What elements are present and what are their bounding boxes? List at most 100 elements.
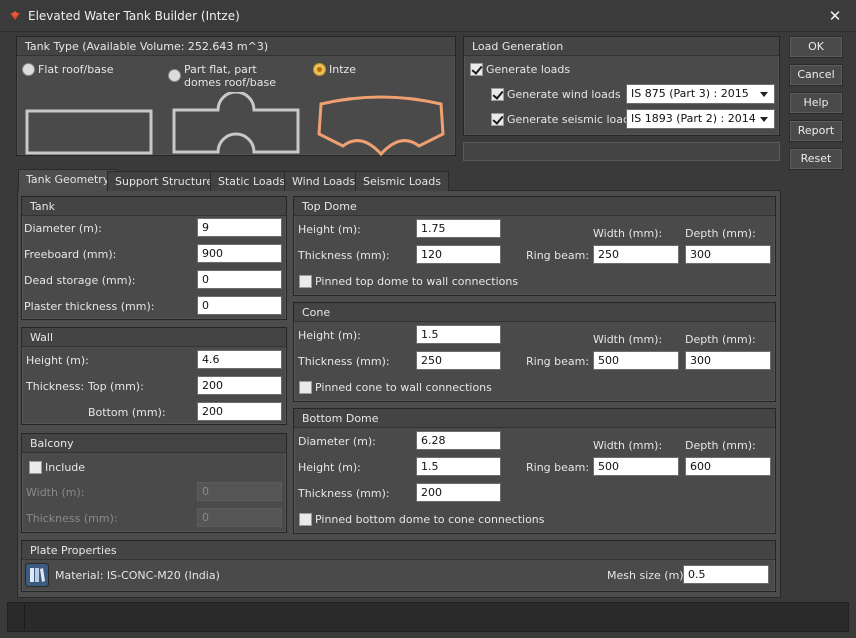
cone-ring-beam-label: Ring beam: <box>526 355 590 368</box>
bottom-dome-diameter-input[interactable]: 6.28 <box>416 431 501 450</box>
cone-thickness-label: Thickness (mm): <box>298 355 390 368</box>
generate-loads-label: Generate loads <box>486 63 571 76</box>
wind-code-value: IS 875 (Part 3) : 2015 <box>631 87 749 100</box>
cone-width-input[interactable]: 500 <box>593 351 679 370</box>
bottom-dome-width-input[interactable]: 500 <box>593 457 679 476</box>
wind-loads-label: Generate wind loads <box>507 88 621 101</box>
wind-code-select[interactable]: IS 875 (Part 3) : 2015 <box>626 84 775 104</box>
wall-top-label: Top (mm): <box>88 380 144 393</box>
bottom-dome-width-label: Width (mm): <box>593 439 663 452</box>
wall-height-input[interactable]: 4.6 <box>197 350 282 369</box>
tab-seismic-loads[interactable]: Seismic Loads <box>355 171 449 191</box>
app-logo-icon <box>10 11 20 20</box>
load-status-box <box>463 142 780 161</box>
top-dome-header: Top Dome <box>294 197 775 216</box>
part-flat-shape-icon[interactable] <box>170 92 302 156</box>
bottom-dome-depth-input[interactable]: 600 <box>685 457 771 476</box>
tab-static-loads[interactable]: Static Loads <box>210 171 294 191</box>
plaster-thickness-label: Plaster thickness (mm): <box>24 300 155 313</box>
load-generation-header: Load Generation <box>464 37 779 56</box>
freeboard-label: Freeboard (mm): <box>24 248 117 261</box>
balcony-thickness-label: Thickness (mm): <box>26 512 118 525</box>
dead-storage-input[interactable]: 0 <box>197 270 282 289</box>
seismic-code-value: IS 1893 (Part 2) : 2014 <box>631 112 756 125</box>
mesh-size-input[interactable]: 0.5 <box>683 565 769 584</box>
top-dome-thickness-label: Thickness (mm): <box>298 249 390 262</box>
tab-support-structure[interactable]: Support Structure <box>107 171 222 191</box>
bottom-dome-height-input[interactable]: 1.5 <box>416 457 501 476</box>
plaster-thickness-input[interactable]: 0 <box>197 296 282 315</box>
top-dome-width-input[interactable]: 250 <box>593 245 679 264</box>
freeboard-input[interactable]: 900 <box>197 244 282 263</box>
radio-flat-roof[interactable] <box>22 63 35 76</box>
top-dome-width-label: Width (mm): <box>593 227 663 240</box>
balcony-include-checkbox[interactable] <box>29 461 42 474</box>
wind-loads-checkbox[interactable] <box>491 88 504 101</box>
bottom-dome-diameter-label: Diameter (m): <box>298 435 376 448</box>
top-dome-depth-label: Depth (mm): <box>685 227 756 240</box>
cone-width-label: Width (mm): <box>593 333 663 346</box>
seismic-loads-label: Generate seismic loads <box>507 113 636 126</box>
generate-loads-checkbox[interactable] <box>470 63 483 76</box>
chevron-down-icon <box>760 92 768 97</box>
bottom-dome-thickness-input[interactable]: 200 <box>416 483 501 502</box>
bottom-dome-depth-label: Depth (mm): <box>685 439 756 452</box>
balcony-width-label: Width (m): <box>26 486 85 499</box>
wall-bottom-label: Bottom (mm): <box>88 406 166 419</box>
balcony-include-label: Include <box>45 461 86 474</box>
tab-wind-loads[interactable]: Wind Loads <box>284 171 364 191</box>
cone-pinned-checkbox[interactable] <box>299 381 312 394</box>
material-library-icon[interactable] <box>25 563 49 587</box>
tank-header: Tank <box>22 197 286 216</box>
status-bar <box>7 602 849 632</box>
part-flat-label-1: Part flat, part <box>184 63 257 76</box>
report-button[interactable]: Report <box>789 120 843 142</box>
bottom-dome-header: Bottom Dome <box>294 409 775 428</box>
cone-height-input[interactable]: 1.5 <box>416 325 501 344</box>
status-divider <box>24 604 25 630</box>
balcony-thickness-input[interactable]: 0 <box>197 508 282 527</box>
top-dome-pinned-checkbox[interactable] <box>299 275 312 288</box>
tab-tank-geometry[interactable]: Tank Geometry <box>18 169 118 191</box>
top-dome-height-input[interactable]: 1.75 <box>416 219 501 238</box>
top-dome-depth-input[interactable]: 300 <box>685 245 771 264</box>
radio-intze[interactable] <box>313 63 326 76</box>
bottom-dome-thickness-label: Thickness (mm): <box>298 487 390 500</box>
diameter-input[interactable]: 9 <box>197 218 282 237</box>
wall-top-input[interactable]: 200 <box>197 376 282 395</box>
top-dome-height-label: Height (m): <box>298 223 361 236</box>
plate-properties-panel: Plate Properties <box>21 540 776 592</box>
close-icon[interactable]: ✕ <box>826 7 844 25</box>
seismic-code-select[interactable]: IS 1893 (Part 2) : 2014 <box>626 109 775 129</box>
balcony-header: Balcony <box>22 434 286 453</box>
flat-roof-shape-icon[interactable] <box>24 108 154 156</box>
cancel-button[interactable]: Cancel <box>789 64 843 86</box>
balcony-width-input[interactable]: 0 <box>197 482 282 501</box>
intze-label: Intze <box>329 63 357 76</box>
window-title: Elevated Water Tank Builder (Intze) <box>28 9 240 23</box>
help-button[interactable]: Help <box>789 92 843 114</box>
cone-pinned-label: Pinned cone to wall connections <box>315 381 492 394</box>
wall-bottom-input[interactable]: 200 <box>197 402 282 421</box>
cone-depth-input[interactable]: 300 <box>685 351 771 370</box>
mesh-size-label: Mesh size (m): <box>607 569 688 582</box>
dead-storage-label: Dead storage (mm): <box>24 274 136 287</box>
chevron-down-icon <box>760 117 768 122</box>
plate-properties-header: Plate Properties <box>22 541 775 560</box>
cone-height-label: Height (m): <box>298 329 361 342</box>
wall-thickness-label: Thickness: <box>26 380 85 393</box>
diameter-label: Diameter (m): <box>24 222 102 235</box>
ok-button[interactable]: OK <box>789 36 843 58</box>
radio-part-flat[interactable] <box>168 69 181 82</box>
intze-shape-icon[interactable] <box>315 92 447 158</box>
seismic-loads-checkbox[interactable] <box>491 113 504 126</box>
material-label: Material: IS-CONC-M20 (India) <box>55 569 220 582</box>
cone-thickness-input[interactable]: 250 <box>416 351 501 370</box>
top-dome-ring-beam-label: Ring beam: <box>526 249 590 262</box>
reset-button[interactable]: Reset <box>789 148 843 170</box>
top-dome-pinned-label: Pinned top dome to wall connections <box>315 275 519 288</box>
bottom-dome-pinned-label: Pinned bottom dome to cone connections <box>315 513 545 526</box>
bottom-dome-pinned-checkbox[interactable] <box>299 513 312 526</box>
bottom-dome-height-label: Height (m): <box>298 461 361 474</box>
top-dome-thickness-input[interactable]: 120 <box>416 245 501 264</box>
